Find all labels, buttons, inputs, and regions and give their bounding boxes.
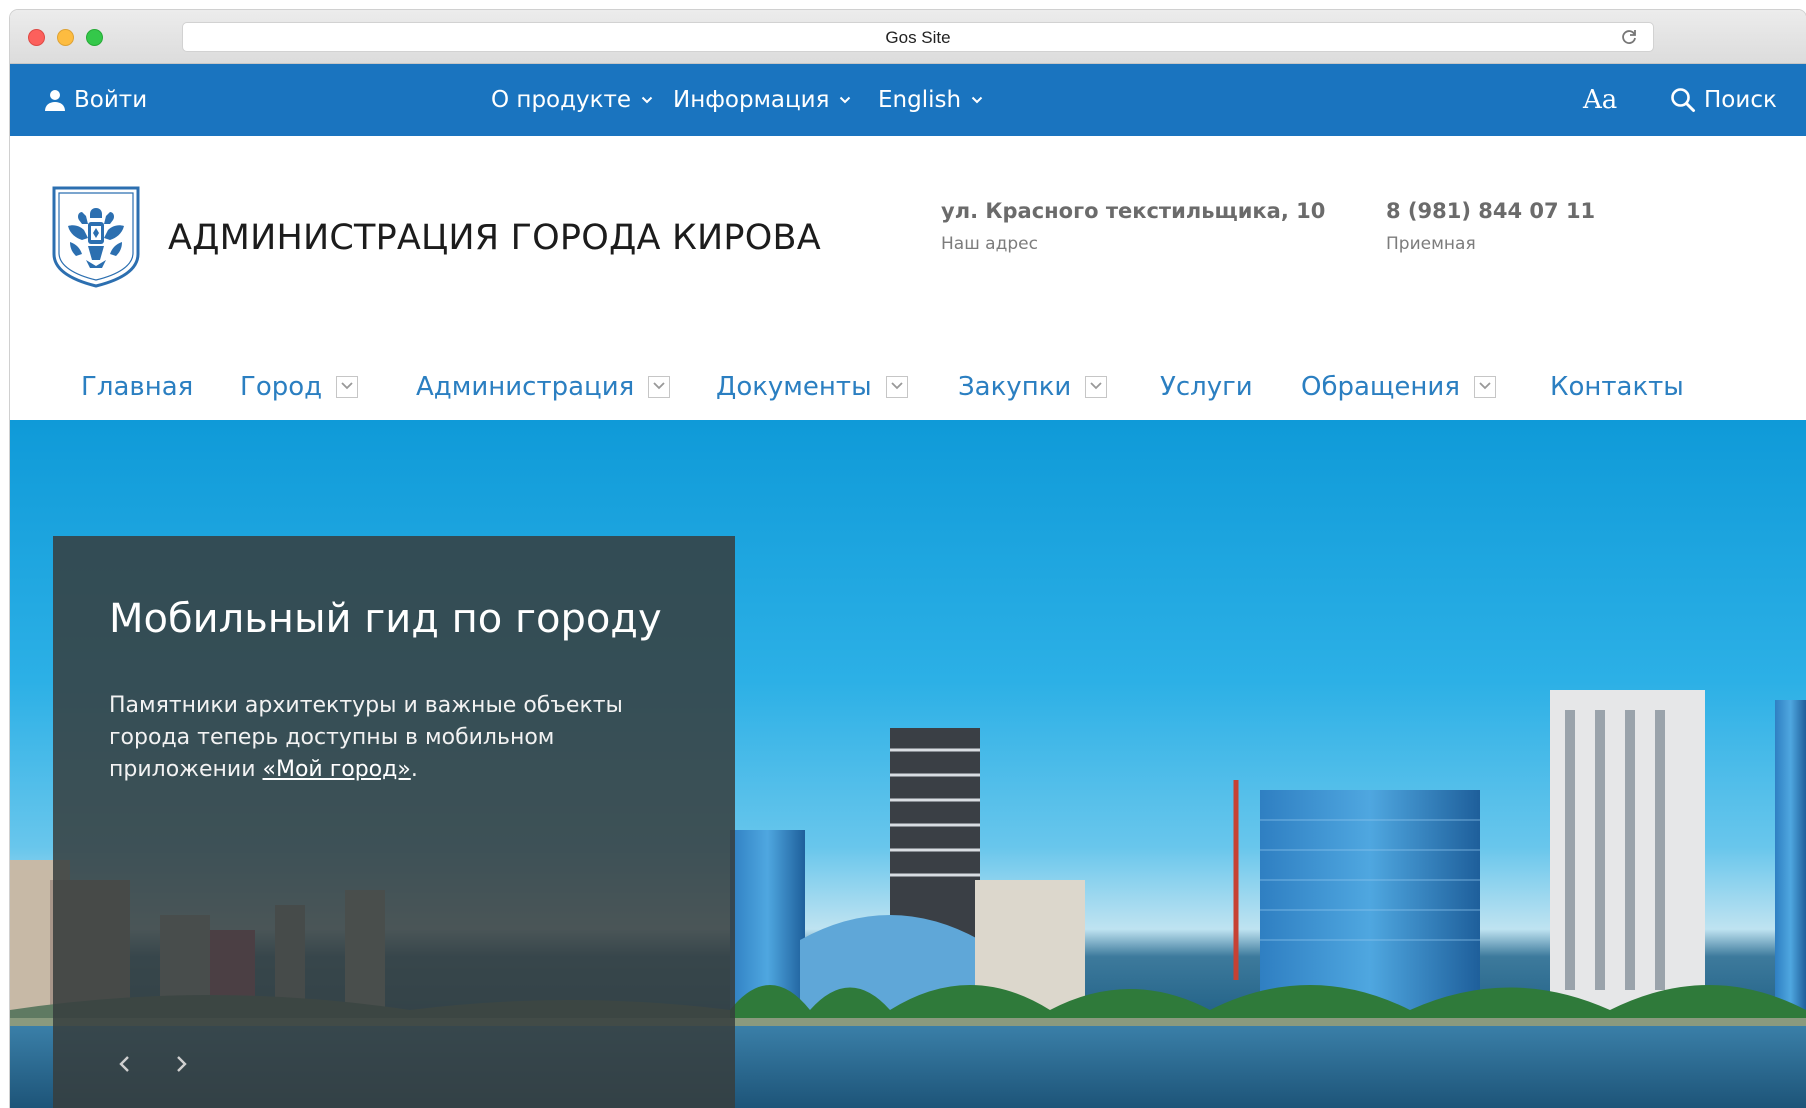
nav-item-documents-label: Документы — [716, 372, 872, 402]
hero-info-card: Мобильный гид по городу Памятники архите… — [53, 536, 735, 1108]
nav-item-home[interactable]: Главная — [81, 372, 193, 402]
font-size-label: Aa — [1583, 85, 1618, 115]
nav-item-procurement[interactable]: Закупки — [958, 372, 1108, 402]
font-size-toggle[interactable]: Aa — [1583, 64, 1617, 136]
phone-value[interactable]: 8 (981) 844 07 11 — [1386, 199, 1595, 223]
menu-information[interactable]: Информация — [673, 64, 851, 136]
nav-item-documents[interactable]: Документы — [716, 372, 908, 402]
site-title: АДМИНИСТРАЦИЯ ГОРОДА КИРОВА — [168, 218, 821, 258]
chevron-down-icon — [971, 96, 983, 104]
chevron-down-icon[interactable] — [1473, 376, 1496, 398]
address-bar-title: Gos Site — [885, 28, 951, 47]
browser-toolbar: Gos Site — [10, 10, 1806, 64]
nav-item-appeals[interactable]: Обращения — [1301, 372, 1496, 402]
login-button[interactable]: Войти — [44, 64, 147, 136]
user-icon — [45, 90, 65, 111]
nav-item-city-label: Город — [240, 372, 323, 402]
nav-item-home-label: Главная — [81, 372, 194, 402]
nav-item-city[interactable]: Город — [240, 372, 359, 402]
nav-item-procurement-label: Закупки — [958, 372, 1072, 402]
search-label: Поиск — [1704, 87, 1777, 113]
top-bar: Войти О продукте Информация English Aa П… — [10, 64, 1806, 136]
phone-label: Приемная — [1386, 234, 1476, 254]
menu-information-label: Информация — [673, 87, 830, 113]
nav-item-services-label: Услуги — [1160, 372, 1253, 402]
hero-title: Мобильный гид по городу — [109, 596, 662, 642]
carousel-next-button[interactable] — [169, 1052, 193, 1076]
nav-item-contacts-label: Контакты — [1550, 372, 1684, 402]
nav-item-administration[interactable]: Администрация — [416, 372, 671, 402]
chevron-left-icon — [119, 1056, 129, 1072]
menu-language-label: English — [878, 87, 962, 113]
main-nav: Главная Город Администрация Документы За… — [10, 360, 1806, 420]
carousel-prev-button[interactable] — [113, 1052, 137, 1076]
browser-window: Gos Site Войти О продукте Информация Eng… — [10, 10, 1806, 1108]
chevron-down-icon[interactable] — [648, 376, 671, 398]
minimize-window-button[interactable] — [57, 29, 74, 46]
menu-about-product-label: О продукте — [491, 87, 632, 113]
address-bar[interactable]: Gos Site — [182, 22, 1654, 52]
login-label: Войти — [74, 87, 148, 113]
chevron-down-icon[interactable] — [885, 376, 908, 398]
nav-item-appeals-label: Обращения — [1301, 372, 1460, 402]
reload-icon[interactable] — [1619, 27, 1639, 51]
close-window-button[interactable] — [28, 29, 45, 46]
nav-item-administration-label: Администрация — [416, 372, 635, 402]
my-city-app-link[interactable]: «Мой город» — [263, 757, 411, 782]
search-icon — [1671, 88, 1695, 112]
site-header: АДМИНИСТРАЦИЯ ГОРОДА КИРОВА ул. Красного… — [10, 136, 1806, 420]
hero-description-end: . — [410, 757, 418, 782]
search-button[interactable]: Поиск — [1670, 64, 1777, 136]
nav-item-contacts[interactable]: Контакты — [1550, 372, 1684, 402]
menu-language[interactable]: English — [878, 64, 983, 136]
chevron-down-icon[interactable] — [336, 376, 359, 398]
address-value: ул. Красного текстильщика, 10 — [941, 199, 1326, 223]
hero-description: Памятники архитектуры и важные объекты г… — [109, 690, 649, 786]
coat-of-arms-logo[interactable] — [52, 186, 140, 292]
chevron-down-icon — [840, 96, 851, 104]
menu-about-product[interactable]: О продукте — [491, 64, 653, 136]
zoom-window-button[interactable] — [86, 29, 103, 46]
chevron-right-icon — [177, 1056, 187, 1072]
address-label: Наш адрес — [941, 234, 1038, 254]
chevron-down-icon — [641, 96, 653, 104]
chevron-down-icon[interactable] — [1085, 376, 1108, 398]
nav-item-services[interactable]: Услуги — [1160, 372, 1253, 402]
hero-banner: Мобильный гид по городу Памятники архите… — [10, 420, 1806, 1108]
